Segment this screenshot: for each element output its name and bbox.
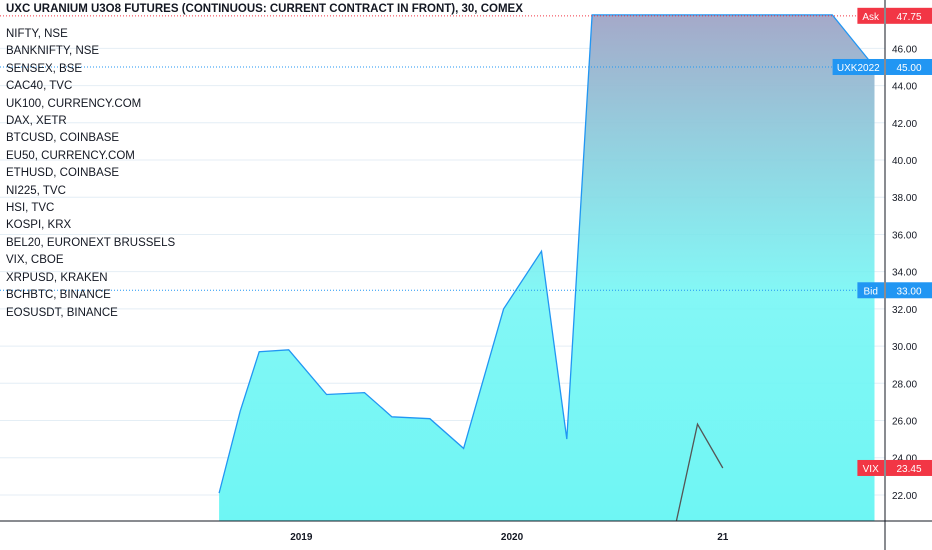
price-value-label: 45.00 [896, 63, 921, 74]
symbol-item[interactable]: DAX, XETR [6, 113, 175, 130]
chart-container[interactable]: 46.00 44.00 42.00 40.00 38.00 36.00 34.00 32.00… [0, 0, 932, 550]
y-tick-label: 34.00 [892, 268, 917, 279]
y-tick-label: 46.00 [892, 44, 917, 55]
symbol-item[interactable]: BCHBTC, BINANCE [6, 287, 175, 304]
symbol-item[interactable]: ETHUSD, COINBASE [6, 165, 175, 182]
price-name-label: VIX [863, 464, 879, 475]
price-name-label: UXK2022 [837, 63, 880, 74]
symbol-item[interactable]: VIX, CBOE [6, 252, 175, 269]
price-value-label: 23.45 [896, 464, 921, 475]
symbol-item[interactable]: CAC40, TVC [6, 78, 175, 95]
y-tick-label: 32.00 [892, 305, 917, 316]
x-tick-label: 21 [717, 532, 729, 543]
y-tick-label: 26.00 [892, 417, 917, 428]
series-area-uxk2022 [219, 14, 875, 522]
symbol-item[interactable]: BANKNIFTY, NSE [6, 43, 175, 60]
y-tick-label: 22.00 [892, 491, 917, 502]
y-tick-label: 44.00 [892, 82, 917, 93]
symbol-item[interactable]: EU50, CURRENCY.COM [6, 148, 175, 165]
x-tick-label: 2019 [290, 532, 313, 543]
x-tick-label: 2020 [501, 532, 524, 543]
symbol-item[interactable]: KOSPI, KRX [6, 217, 175, 234]
symbol-item[interactable]: UK100, CURRENCY.COM [6, 96, 175, 113]
y-tick-label: 28.00 [892, 379, 917, 390]
symbol-item[interactable]: EOSUSDT, BINANCE [6, 305, 175, 322]
y-tick-label: 40.00 [892, 156, 917, 167]
chart-title: UXC URANIUM U3O8 FUTURES (CONTINUOUS: CU… [6, 3, 523, 15]
y-tick-label: 42.00 [892, 119, 917, 130]
price-name-label: Bid [863, 286, 877, 297]
symbol-item[interactable]: XRPUSD, KRAKEN [6, 270, 175, 287]
symbol-item[interactable]: NI225, TVC [6, 183, 175, 200]
symbol-item[interactable]: BEL20, EURONEXT BRUSSELS [6, 235, 175, 252]
y-tick-label: 30.00 [892, 342, 917, 353]
symbol-list: NIFTY, NSE BANKNIFTY, NSE SENSEX, BSE CAC40… [6, 26, 175, 322]
symbol-item[interactable]: SENSEX, BSE [6, 61, 175, 78]
price-value-label: 47.75 [896, 12, 921, 23]
price-value-label: 33.00 [896, 286, 921, 297]
price-name-label: Ask [862, 12, 880, 23]
symbol-item[interactable]: HSI, TVC [6, 200, 175, 217]
y-tick-label: 36.00 [892, 230, 917, 241]
y-tick-label: 38.00 [892, 193, 917, 204]
symbol-item[interactable]: NIFTY, NSE [6, 26, 175, 43]
symbol-item[interactable]: BTCUSD, COINBASE [6, 130, 175, 147]
